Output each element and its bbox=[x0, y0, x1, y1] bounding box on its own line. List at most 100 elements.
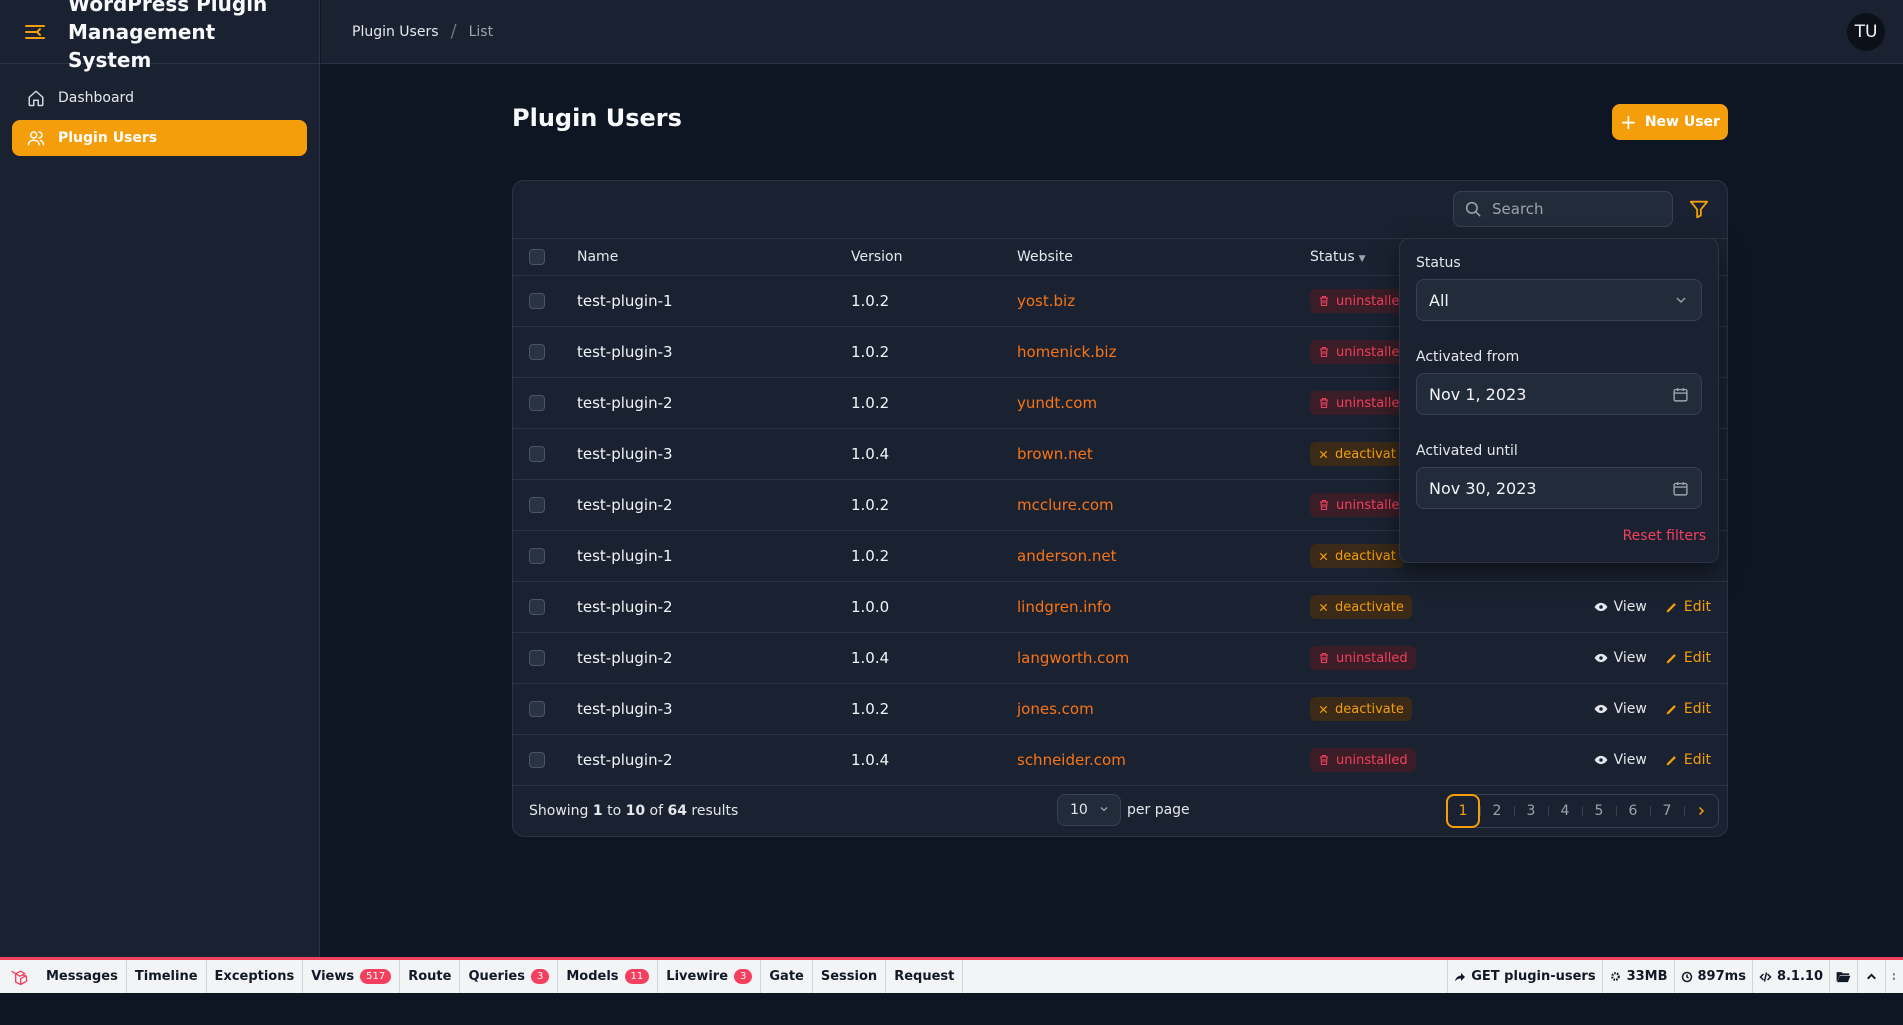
row-checkbox[interactable] bbox=[529, 497, 545, 513]
pencil-icon bbox=[1665, 652, 1678, 665]
page-6-button[interactable]: 6 bbox=[1616, 795, 1650, 827]
cell-version: 1.0.2 bbox=[851, 547, 890, 565]
page-1-button[interactable]: 1 bbox=[1446, 794, 1480, 828]
debug-info: GET plugin-users 33MB 897ms 8.1.10 bbox=[1447, 960, 1903, 993]
bottom-background bbox=[0, 993, 1903, 1025]
row-checkbox[interactable] bbox=[529, 752, 545, 768]
row-checkbox[interactable] bbox=[529, 293, 545, 309]
debug-tab-label: Gate bbox=[769, 969, 804, 984]
breadcrumb-list: List bbox=[468, 23, 494, 40]
cell-website-link[interactable]: brown.net bbox=[1017, 445, 1093, 463]
search-input[interactable] bbox=[1492, 200, 1662, 218]
sort-icon: ▼ bbox=[1358, 254, 1366, 264]
avatar[interactable]: TU bbox=[1847, 13, 1885, 51]
breadcrumb-plugin-users[interactable]: Plugin Users bbox=[352, 24, 439, 40]
debug-route[interactable]: GET plugin-users bbox=[1447, 960, 1601, 993]
calendar-icon bbox=[1672, 386, 1689, 403]
sidebar-item-plugin-users[interactable]: Plugin Users bbox=[12, 120, 307, 156]
debug-tab-count: 3 bbox=[734, 969, 753, 984]
select-all-checkbox[interactable] bbox=[529, 249, 545, 265]
debug-tab-queries[interactable]: Queries 3 bbox=[460, 960, 559, 993]
app-title: WordPress Plugin Management System bbox=[68, 0, 268, 72]
status-filter-select[interactable]: All bbox=[1416, 279, 1702, 321]
debug-tab-models[interactable]: Models 11 bbox=[558, 960, 659, 993]
cell-website-link[interactable]: lindgren.info bbox=[1017, 598, 1111, 616]
edit-button[interactable]: Edit bbox=[1665, 599, 1711, 615]
debug-tab-label: Route bbox=[408, 969, 452, 984]
edit-button[interactable]: Edit bbox=[1665, 701, 1711, 717]
cell-website-link[interactable]: jones.com bbox=[1017, 700, 1094, 718]
debug-tab-request[interactable]: Request bbox=[886, 960, 964, 993]
debug-tab-livewire[interactable]: Livewire 3 bbox=[658, 960, 762, 993]
pagination: 1234567 bbox=[1446, 794, 1719, 828]
row-checkbox[interactable] bbox=[529, 548, 545, 564]
cell-website-link[interactable]: homenick.biz bbox=[1017, 343, 1116, 361]
view-button[interactable]: View bbox=[1594, 752, 1647, 768]
page-5-button[interactable]: 5 bbox=[1582, 795, 1616, 827]
status-text: deactivat bbox=[1335, 548, 1396, 564]
column-header-website[interactable]: Website bbox=[1017, 249, 1310, 265]
debug-tab-exceptions[interactable]: Exceptions bbox=[207, 960, 304, 993]
debug-tab-route[interactable]: Route bbox=[400, 960, 461, 993]
cell-website-link[interactable]: schneider.com bbox=[1017, 751, 1126, 769]
status-badge: uninstalle bbox=[1310, 493, 1408, 517]
column-header-name[interactable]: Name bbox=[577, 249, 851, 265]
status-badge: deactivate bbox=[1310, 697, 1412, 721]
calendar-icon bbox=[1672, 480, 1689, 497]
cell-website-link[interactable]: langworth.com bbox=[1017, 649, 1129, 667]
activated-from-field[interactable]: Nov 1, 2023 bbox=[1416, 373, 1702, 415]
page-4-button[interactable]: 4 bbox=[1548, 795, 1582, 827]
reset-filters-link[interactable]: Reset filters bbox=[1623, 528, 1706, 544]
cell-website-link[interactable]: yost.biz bbox=[1017, 292, 1075, 310]
status-badge: uninstalled bbox=[1310, 646, 1416, 670]
activated-from-value: Nov 1, 2023 bbox=[1429, 384, 1527, 404]
sidebar-item-dashboard[interactable]: Dashboard bbox=[12, 80, 307, 116]
row-checkbox[interactable] bbox=[529, 599, 545, 615]
view-button[interactable]: View bbox=[1594, 701, 1647, 717]
debug-tab-label: Timeline bbox=[134, 969, 198, 984]
page-3-button[interactable]: 3 bbox=[1514, 795, 1548, 827]
debug-tab-gate[interactable]: Gate bbox=[761, 960, 813, 993]
view-button[interactable]: View bbox=[1594, 599, 1647, 615]
cell-version: 1.0.4 bbox=[851, 649, 890, 667]
cell-name: test-plugin-2 bbox=[577, 394, 673, 412]
code-icon bbox=[1759, 971, 1772, 983]
edit-button[interactable]: Edit bbox=[1665, 752, 1711, 768]
chevron-up-icon[interactable] bbox=[1857, 960, 1885, 993]
edit-button[interactable]: Edit bbox=[1665, 650, 1711, 666]
column-header-version[interactable]: Version bbox=[851, 249, 1017, 265]
collapse-sidebar-icon[interactable] bbox=[24, 21, 46, 43]
debug-tab-views[interactable]: Views 517 bbox=[303, 960, 401, 993]
row-checkbox[interactable] bbox=[529, 650, 545, 666]
laravel-logo-icon[interactable] bbox=[0, 967, 38, 987]
page-7-button[interactable]: 7 bbox=[1650, 795, 1684, 827]
cell-website-link[interactable]: mcclure.com bbox=[1017, 496, 1114, 514]
cell-website-link[interactable]: anderson.net bbox=[1017, 547, 1117, 565]
activated-until-field[interactable]: Nov 30, 2023 bbox=[1416, 467, 1702, 509]
column-header-status-label: Status bbox=[1310, 249, 1355, 265]
close-icon[interactable] bbox=[1885, 960, 1903, 993]
filter-icon[interactable] bbox=[1688, 198, 1712, 222]
cell-name: test-plugin-1 bbox=[577, 547, 673, 565]
row-checkbox[interactable] bbox=[529, 701, 545, 717]
debug-tab-timeline[interactable]: Timeline bbox=[127, 960, 207, 993]
new-user-button[interactable]: + New User bbox=[1612, 104, 1728, 140]
row-checkbox[interactable] bbox=[529, 395, 545, 411]
per-page-value: 10 bbox=[1070, 802, 1088, 818]
next-page-icon[interactable] bbox=[1684, 795, 1718, 827]
view-button[interactable]: View bbox=[1594, 650, 1647, 666]
results-from: 1 bbox=[592, 803, 603, 819]
breadcrumb: Plugin Users / List bbox=[352, 21, 493, 42]
row-checkbox[interactable] bbox=[529, 344, 545, 360]
debug-tab-count: 11 bbox=[624, 969, 650, 984]
per-page-select[interactable]: 10 bbox=[1057, 794, 1121, 826]
folder-open-icon[interactable] bbox=[1829, 960, 1857, 993]
search-box bbox=[1453, 191, 1673, 227]
page-2-button[interactable]: 2 bbox=[1480, 795, 1514, 827]
cell-name: test-plugin-3 bbox=[577, 343, 673, 361]
cell-website-link[interactable]: yundt.com bbox=[1017, 394, 1097, 412]
debug-tab-messages[interactable]: Messages bbox=[38, 960, 127, 993]
activated-from-label: Activated from bbox=[1416, 349, 1520, 365]
row-checkbox[interactable] bbox=[529, 446, 545, 462]
debug-tab-session[interactable]: Session bbox=[813, 960, 887, 993]
